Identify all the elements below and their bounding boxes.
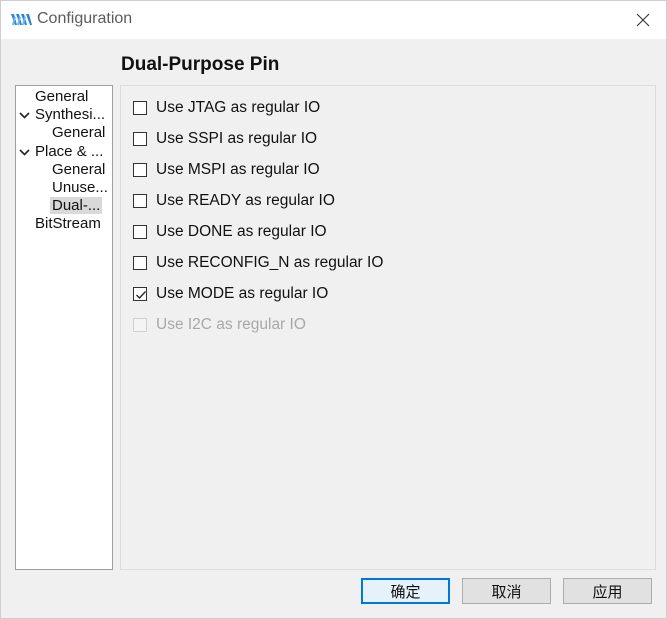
page-title: Dual-Purpose Pin: [121, 54, 280, 75]
tree-item-place-route[interactable]: Place & ...: [35, 143, 103, 161]
chevron-down-icon[interactable]: [19, 143, 30, 161]
tree-item-label: General: [52, 124, 106, 141]
option-jtag[interactable]: Use JTAG as regular IO: [133, 98, 320, 118]
checkbox[interactable]: [133, 101, 147, 115]
settings-tree[interactable]: General Synthesi... General Place & ... …: [15, 85, 113, 570]
apply-button[interactable]: 应用: [563, 578, 652, 604]
option-label: Use READY as regular IO: [156, 192, 335, 209]
option-sspi[interactable]: Use SSPI as regular IO: [133, 129, 317, 149]
cancel-button[interactable]: 取消: [462, 578, 551, 604]
checkbox[interactable]: [133, 194, 147, 208]
option-ready[interactable]: Use READY as regular IO: [133, 191, 335, 211]
option-label: Use MODE as regular IO: [156, 285, 329, 302]
option-mspi[interactable]: Use MSPI as regular IO: [133, 160, 320, 180]
chevron-down-icon[interactable]: [19, 106, 30, 124]
option-reconfig-n[interactable]: Use RECONFIG_N as regular IO: [133, 253, 383, 273]
title-bar: Configuration: [1, 1, 666, 39]
tree-item-unused-pin[interactable]: Unuse...: [52, 179, 108, 197]
close-button[interactable]: [620, 1, 666, 39]
checkbox-disabled: [133, 318, 147, 332]
checkbox[interactable]: [133, 225, 147, 239]
option-label: Use I2C as regular IO: [156, 316, 306, 333]
tree-item-label: General: [52, 161, 106, 178]
option-label: Use RECONFIG_N as regular IO: [156, 254, 384, 271]
option-done[interactable]: Use DONE as regular IO: [133, 222, 327, 242]
option-label: Use MSPI as regular IO: [156, 161, 320, 178]
option-label: Use SSPI as regular IO: [156, 130, 318, 147]
tree-item-label: BitStream: [35, 215, 101, 232]
tree-item-general[interactable]: General: [35, 88, 88, 106]
option-label: Use JTAG as regular IO: [156, 99, 321, 116]
checkbox-checked[interactable]: [133, 287, 147, 301]
option-mode[interactable]: Use MODE as regular IO: [133, 284, 328, 304]
option-i2c: Use I2C as regular IO: [133, 315, 306, 335]
close-icon: [636, 13, 650, 27]
checkmark-icon: [136, 291, 146, 299]
option-label: Use DONE as regular IO: [156, 223, 327, 240]
window-title: Configuration: [37, 10, 133, 27]
tree-item-label: Place & ...: [35, 143, 104, 160]
checkbox[interactable]: [133, 132, 147, 146]
tree-item-label: Unuse...: [52, 179, 108, 196]
checkbox[interactable]: [133, 163, 147, 177]
configuration-dialog: Configuration Dual-Purpose Pin General S…: [0, 0, 667, 619]
tree-item-label: Dual-...: [50, 197, 103, 214]
options-panel: Use JTAG as regular IO Use SSPI as regul…: [120, 85, 656, 570]
tree-item-place-general[interactable]: General: [52, 161, 105, 179]
checkbox[interactable]: [133, 256, 147, 270]
tree-item-label: Synthesi...: [35, 106, 106, 123]
tree-item-bitstream[interactable]: BitStream: [35, 215, 101, 233]
tree-item-dual-purpose-pin[interactable]: Dual-...: [50, 197, 103, 215]
ok-button[interactable]: 确定: [361, 578, 450, 604]
gowin-logo-icon: [11, 14, 32, 25]
tree-item-synthesis[interactable]: Synthesi...: [35, 106, 105, 124]
tree-item-label: General: [35, 88, 89, 105]
tree-item-synthesis-general[interactable]: General: [52, 124, 105, 142]
